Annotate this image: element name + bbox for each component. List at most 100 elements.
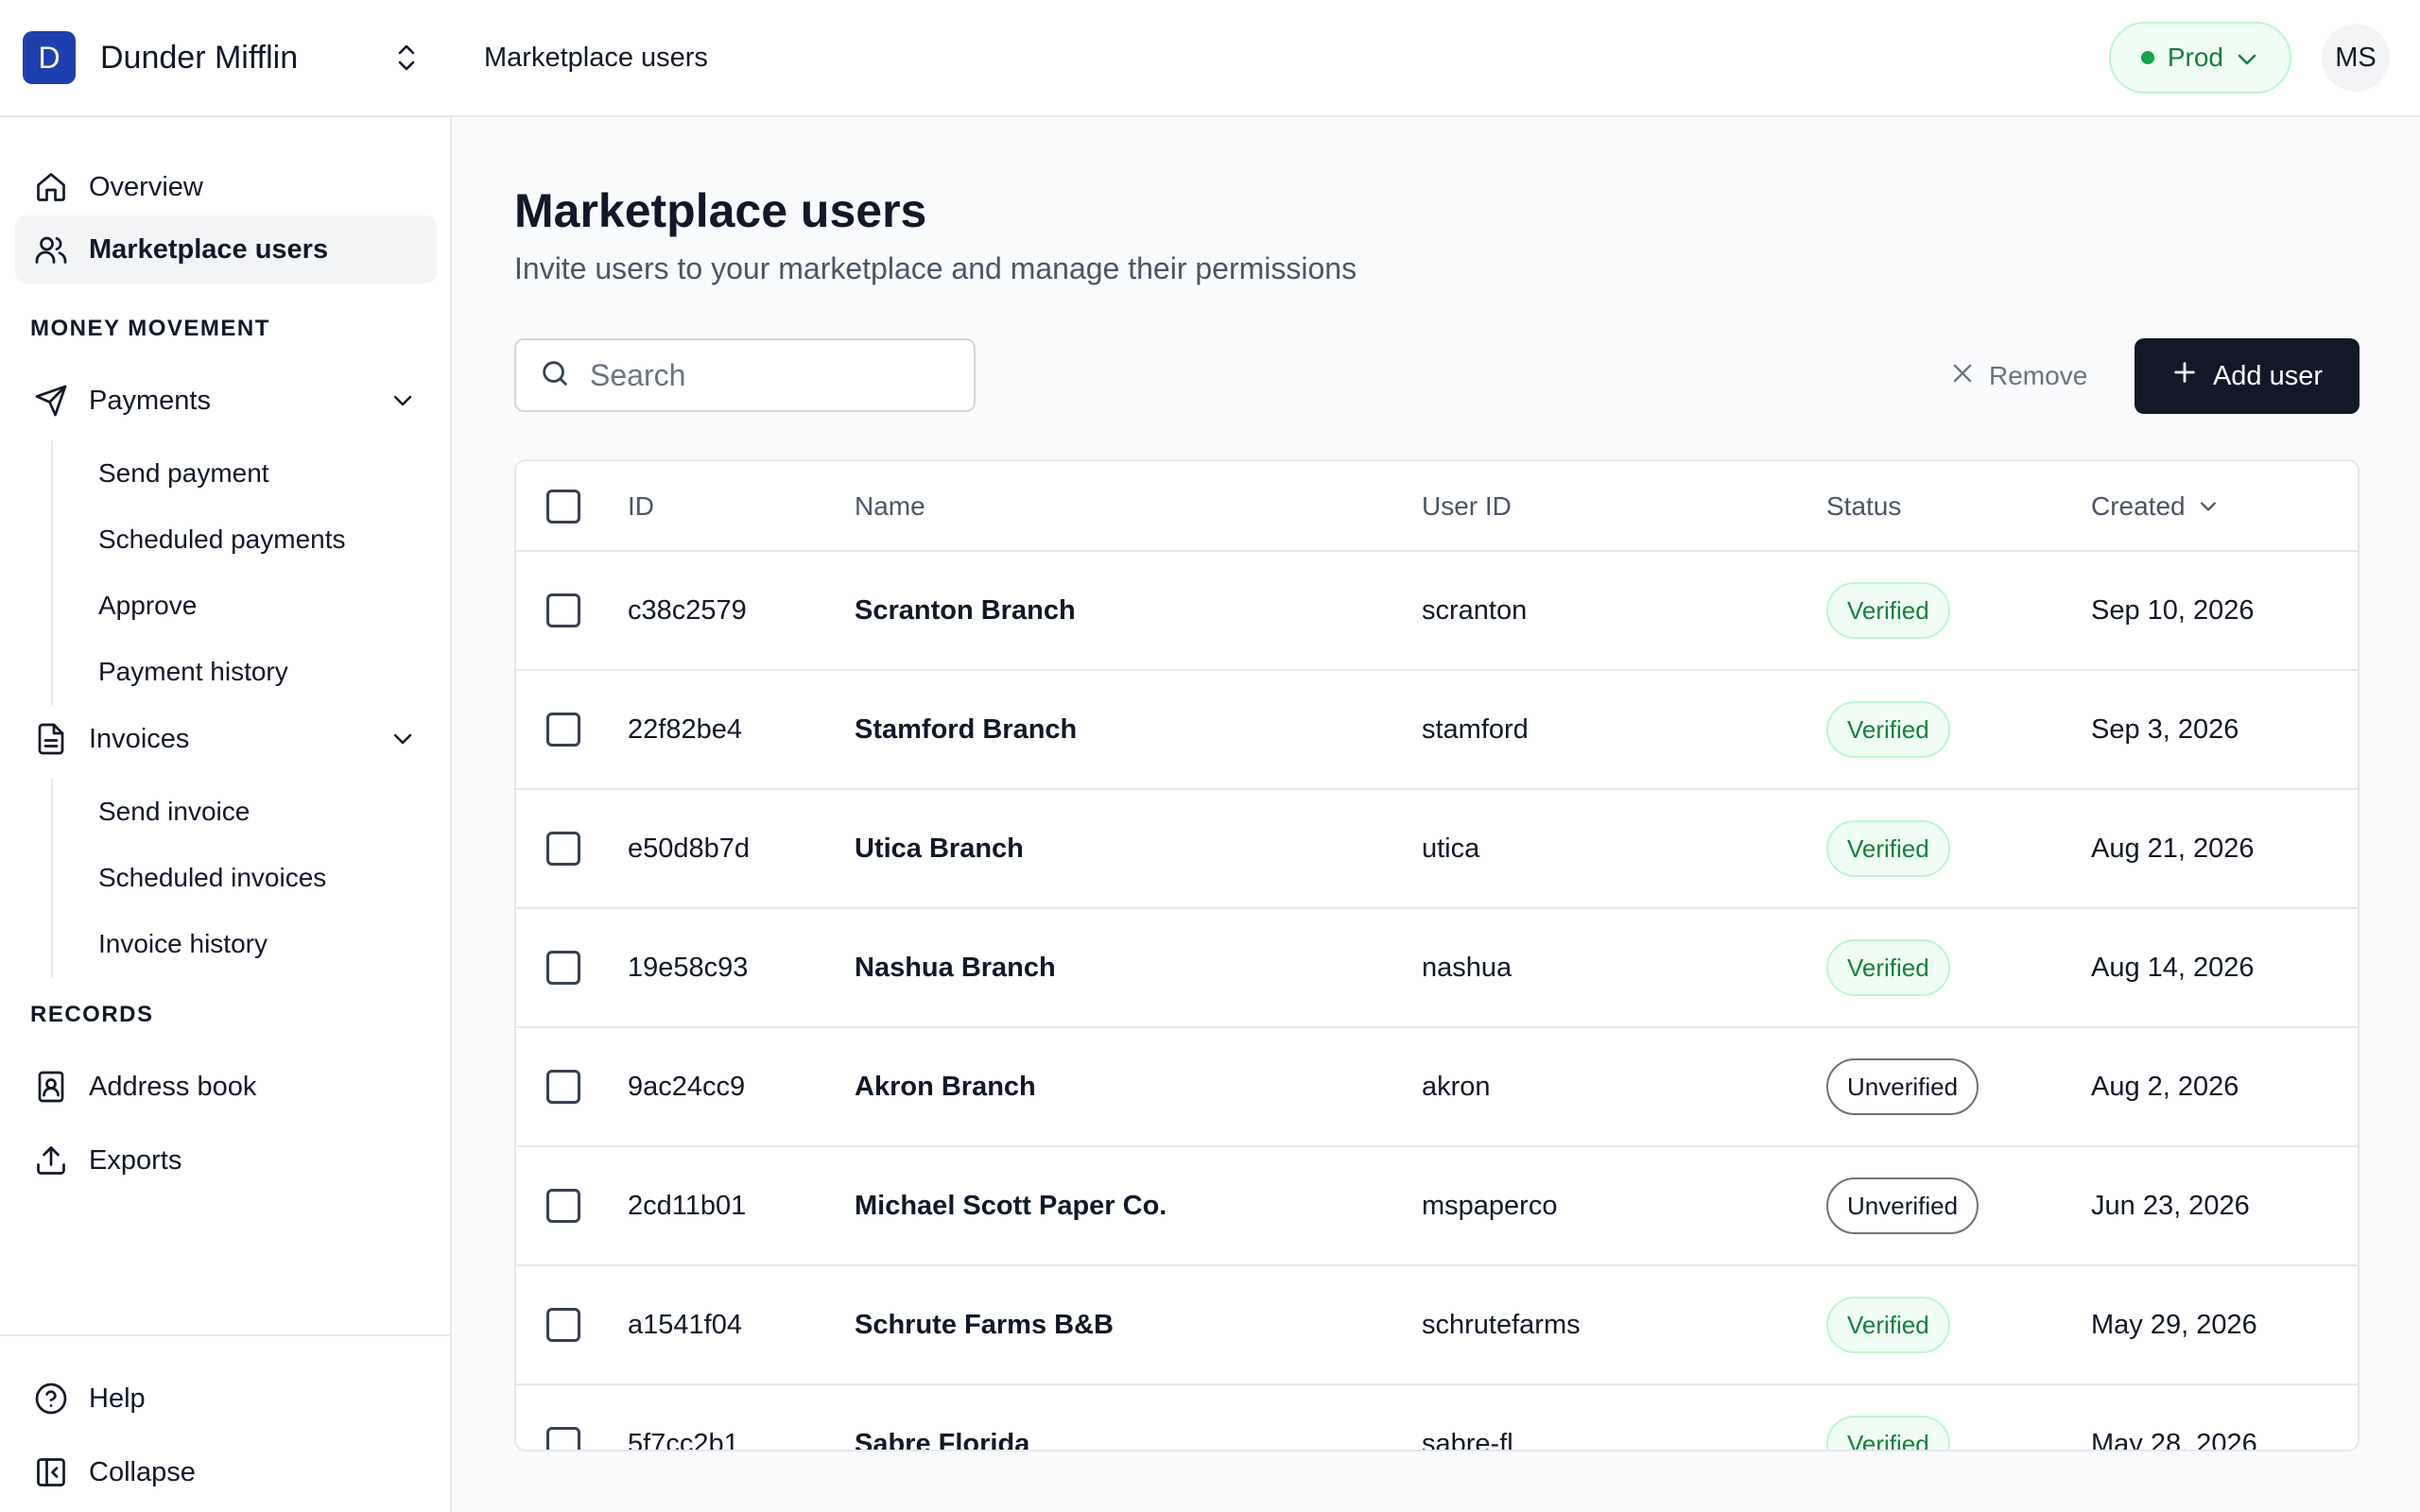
row-checkbox-cell [546, 1266, 580, 1383]
cell-user-id: scranton [1422, 594, 1528, 626]
cell-user-id: nashua [1422, 952, 1512, 983]
cell-name: Michael Scott Paper Co. [855, 1190, 1167, 1221]
sidebar-item-approve[interactable]: Approve [53, 573, 437, 639]
column-header-created[interactable]: Created [2091, 461, 2218, 552]
cell-id: 9ac24cc9 [628, 1071, 746, 1102]
page-subtitle: Invite users to your marketplace and man… [514, 251, 1357, 285]
sidebar-item-label: Address book [89, 1071, 257, 1102]
sidebar-item-marketplace-users[interactable]: Marketplace users [15, 215, 437, 284]
column-header-user-id[interactable]: User ID [1422, 461, 1512, 552]
help-circle-icon [32, 1380, 70, 1418]
cell-status: Unverified [1826, 1147, 1979, 1264]
table-row[interactable]: 5f7cc2b1 Sabre Florida sabre-fl Verified May… [516, 1385, 2358, 1452]
status-badge: Unverified [1826, 1177, 1979, 1234]
users-table: ID Name User ID Status Created c38c2579 S… [514, 459, 2360, 1452]
table-row[interactable]: 22f82be4 Stamford Branch stamford Verified S… [516, 671, 2358, 790]
table-row[interactable]: a1541f04 Schrute Farms B&B schrutefarms Ver… [516, 1266, 2358, 1385]
cell-id: 2cd11b01 [628, 1190, 747, 1221]
table-row[interactable]: 9ac24cc9 Akron Branch akron Unverified Aug 2… [516, 1028, 2358, 1147]
sidebar-item-scheduled-invoices[interactable]: Scheduled invoices [53, 845, 437, 911]
sidebar-item-exports[interactable]: Exports [15, 1126, 437, 1194]
cell-created: Sep 3, 2026 [2091, 713, 2239, 745]
row-checkbox-cell [546, 671, 580, 788]
cell-name: Utica Branch [855, 833, 1024, 864]
add-user-button[interactable]: Add user [2135, 338, 2360, 414]
cell-id: 5f7cc2b1 [628, 1428, 739, 1452]
cell-id: 19e58c93 [628, 952, 749, 983]
sidebar-item-payments[interactable]: Payments [15, 367, 437, 435]
user-avatar[interactable]: MS [2322, 24, 2390, 92]
row-checkbox[interactable] [546, 832, 580, 866]
column-header-status[interactable]: Status [1826, 461, 1901, 552]
cell-status: Verified [1826, 790, 1950, 907]
row-checkbox[interactable] [546, 1070, 580, 1104]
sidebar-item-scheduled-payments[interactable]: Scheduled payments [53, 507, 437, 573]
close-icon [1949, 360, 1976, 393]
select-all-checkbox[interactable] [546, 490, 580, 524]
cell-name: Stamford Branch [855, 713, 1078, 745]
header-actions: Prod MS [2108, 22, 2420, 94]
sidebar-item-label: Invoices [89, 723, 190, 754]
breadcrumb: Marketplace users [484, 42, 708, 73]
header-checkbox-cell [546, 461, 580, 552]
environment-label: Prod [2167, 43, 2223, 72]
chevron-down-icon [2237, 43, 2257, 73]
search-input[interactable] [590, 357, 949, 393]
column-header-id[interactable]: ID [628, 461, 654, 552]
table-row[interactable]: e50d8b7d Utica Branch utica Verified Aug 21,… [516, 790, 2358, 909]
sidebar-item-overview[interactable]: Overview [15, 153, 437, 221]
environment-status-dot [2140, 51, 2154, 64]
cell-id: c38c2579 [628, 594, 747, 626]
document-icon [32, 720, 70, 758]
remove-button[interactable]: Remove [1934, 342, 2102, 410]
table-row[interactable]: 2cd11b01 Michael Scott Paper Co. mspaperco… [516, 1147, 2358, 1266]
environment-selector[interactable]: Prod [2108, 22, 2291, 94]
section-label-records: RECORDS [30, 1002, 154, 1027]
cell-user-id: stamford [1422, 713, 1529, 745]
cell-user-id: schrutefarms [1422, 1309, 1581, 1340]
sidebar-item-send-payment[interactable]: Send payment [53, 440, 437, 507]
cell-status: Verified [1826, 552, 1950, 669]
row-checkbox[interactable] [546, 951, 580, 985]
row-checkbox[interactable] [546, 713, 580, 747]
cell-name: Scranton Branch [855, 594, 1076, 626]
cell-id: 22f82be4 [628, 713, 742, 745]
chevron-down-icon[interactable] [384, 382, 422, 420]
search-icon [539, 357, 571, 394]
cell-created: May 29, 2026 [2091, 1309, 2257, 1340]
column-header-name[interactable]: Name [855, 461, 925, 552]
cell-created: Aug 21, 2026 [2091, 833, 2255, 864]
section-label-money-movement: MONEY MOVEMENT [30, 316, 270, 341]
sidebar-item-collapse[interactable]: Collapse [15, 1438, 437, 1506]
sidebar-item-help[interactable]: Help [15, 1365, 437, 1433]
sidebar-item-label: Payments [89, 385, 211, 416]
upload-icon [32, 1142, 70, 1179]
org-switcher-icon[interactable] [388, 39, 425, 77]
row-checkbox-cell [546, 1385, 580, 1450]
row-checkbox[interactable] [546, 1308, 580, 1342]
table-row[interactable]: 19e58c93 Nashua Branch nashua Verified Aug 1… [516, 909, 2358, 1028]
cell-status: Verified [1826, 671, 1950, 788]
row-checkbox[interactable] [546, 1427, 580, 1450]
status-badge: Unverified [1826, 1058, 1979, 1115]
cell-user-id: akron [1422, 1071, 1491, 1102]
row-checkbox[interactable] [546, 593, 580, 627]
org-name: Dunder Mifflin [100, 39, 299, 76]
row-checkbox-cell [546, 790, 580, 907]
sidebar-item-label: Collapse [89, 1456, 196, 1487]
table-row[interactable]: c38c2579 Scranton Branch scranton Verified S… [516, 552, 2358, 671]
chevron-down-icon[interactable] [384, 720, 422, 758]
org-switcher-area: D Dunder Mifflin [0, 0, 452, 116]
sidebar-item-payment-history[interactable]: Payment history [53, 639, 437, 705]
row-checkbox[interactable] [546, 1189, 580, 1223]
row-checkbox-cell [546, 909, 580, 1026]
cell-id: e50d8b7d [628, 833, 751, 864]
sidebar-item-invoice-history[interactable]: Invoice history [53, 911, 437, 977]
sort-chevron-down-icon [2199, 501, 2218, 512]
sidebar-item-invoices[interactable]: Invoices [15, 705, 437, 773]
sidebar-item-address-book[interactable]: Address book [15, 1053, 437, 1121]
cell-user-id: mspaperco [1422, 1190, 1558, 1221]
sidebar-item-send-invoice[interactable]: Send invoice [53, 779, 437, 845]
sidebar-item-label: Exports [89, 1144, 182, 1176]
table-header: ID Name User ID Status Created [516, 461, 2358, 552]
